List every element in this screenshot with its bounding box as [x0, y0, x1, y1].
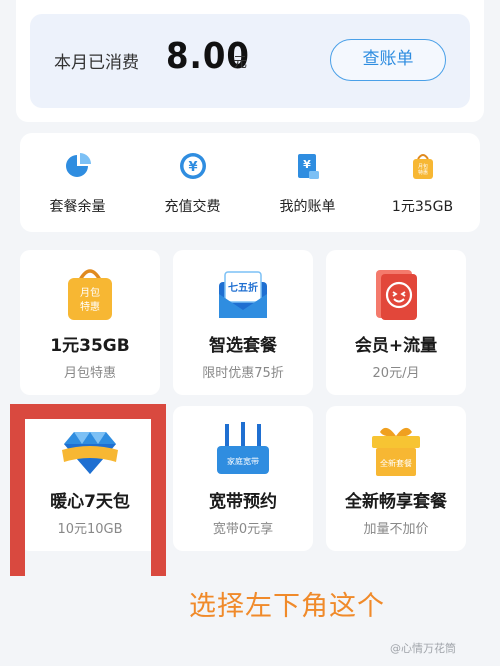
bill-icon: ¥	[298, 154, 319, 179]
icon-text: 特惠	[80, 300, 100, 313]
svg-text:¥: ¥	[303, 158, 311, 171]
svg-text:全新套餐: 全新套餐	[380, 458, 412, 468]
svg-text:家庭宽带: 家庭宽带	[227, 456, 259, 466]
quick-actions-card: 套餐余量 ¥ 充值交费 ¥ 我的账单 月包 特惠 1元35GB	[20, 133, 480, 232]
svg-text:特惠: 特惠	[418, 169, 428, 176]
tile-subtitle: 月包特惠	[63, 366, 116, 381]
yuan-recharge-icon: ¥	[180, 153, 206, 179]
tile-title: 智选套餐	[209, 336, 277, 356]
quick-action-label: 套餐余量	[49, 199, 106, 215]
tile-subtitle: 限时优惠75折	[202, 366, 284, 381]
router-icon: 家庭宽带	[217, 422, 269, 474]
watermark: @心情万花筒	[390, 642, 456, 655]
quick-action-package-balance[interactable]: 套餐余量	[20, 133, 135, 232]
tile-new-plan[interactable]: 全新套餐 全新畅享套餐 加量不加价	[326, 406, 466, 551]
svg-text:月包: 月包	[418, 163, 428, 170]
spend-label: 本月已消费	[54, 53, 139, 73]
quick-action-my-bill[interactable]: ¥ 我的账单	[250, 133, 365, 232]
tile-monthly-bag[interactable]: 月包 特惠 1元35GB 月包特惠	[20, 250, 160, 395]
tile-subtitle: 加量不加价	[363, 522, 429, 537]
svg-text:七五折: 七五折	[228, 281, 258, 294]
monthly-bag-icon: 月包 特惠	[68, 269, 112, 320]
monthly-spend-panel: 本月已消费 8.00 元 查账单	[30, 14, 470, 108]
tile-subtitle: 20元/月	[372, 366, 420, 381]
discount-envelope-icon: 七五折	[219, 271, 267, 318]
tile-member-data[interactable]: 会员+流量 20元/月	[326, 250, 466, 395]
pie-chart-icon	[66, 153, 91, 177]
spend-unit: 元	[233, 55, 247, 71]
tile-title: 全新畅享套餐	[345, 492, 447, 512]
tile-title: 1元35GB	[50, 336, 130, 356]
instruction-text: 选择左下角这个	[189, 591, 385, 622]
tile-subtitle: 宽带0元享	[212, 522, 274, 537]
icon-text: 月包	[80, 286, 100, 299]
tile-broadband-booking[interactable]: 家庭宽带 宽带预约 宽带0元享	[173, 406, 313, 551]
quick-action-label: 充值交费	[164, 199, 221, 215]
monthly-bag-icon: 月包 特惠	[413, 154, 433, 179]
tile-smart-plan[interactable]: 七五折 智选套餐 限时优惠75折	[173, 250, 313, 395]
highlight-box	[10, 404, 166, 576]
gift-box-icon: 全新套餐	[372, 427, 420, 476]
tile-title: 会员+流量	[354, 336, 438, 356]
tile-title: 宽带预约	[209, 492, 277, 512]
svg-text:¥: ¥	[188, 160, 197, 175]
quick-action-recharge[interactable]: ¥ 充值交费	[135, 133, 250, 232]
member-card-icon	[376, 270, 417, 320]
quick-action-label: 1元35GB	[391, 199, 454, 215]
quick-action-1yuan-35gb[interactable]: 月包 特惠 1元35GB	[365, 133, 480, 232]
view-bill-button[interactable]: 查账单	[330, 39, 446, 81]
quick-action-label: 我的账单	[279, 199, 336, 215]
